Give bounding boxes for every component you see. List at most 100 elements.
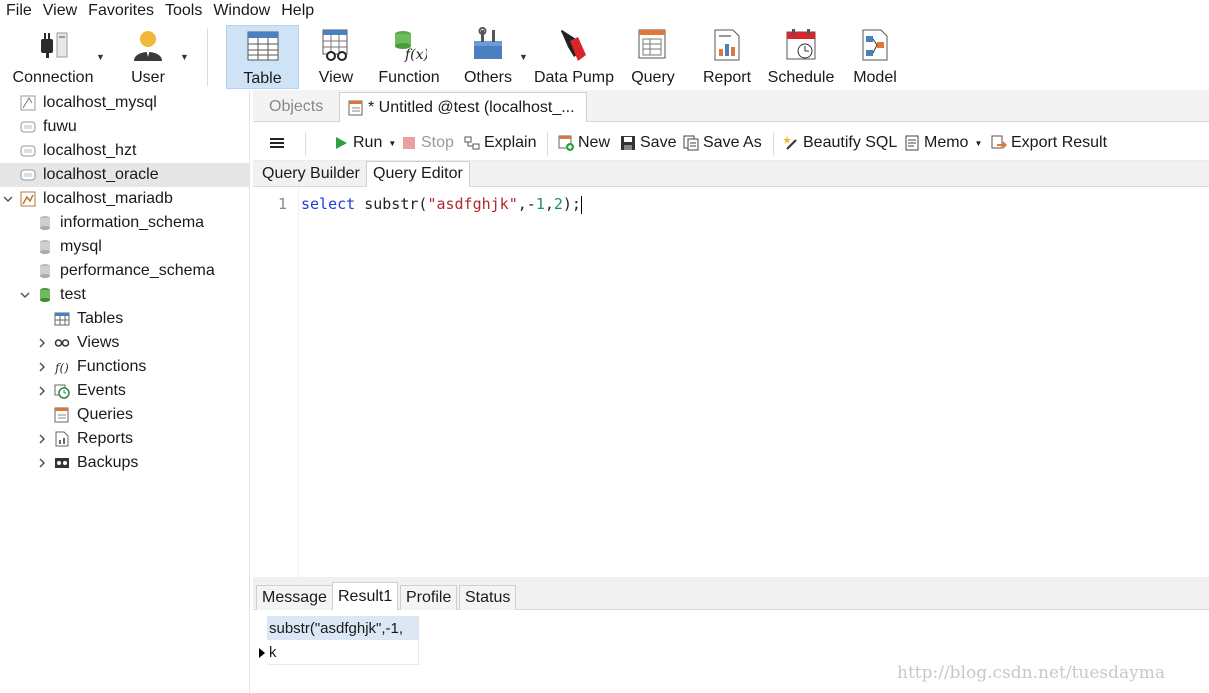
explain-icon: [464, 136, 480, 150]
tab-result1[interactable]: Result1: [332, 582, 399, 610]
table-button[interactable]: Table: [226, 25, 299, 89]
toolbar-separator: [547, 132, 548, 156]
others-label: Others: [463, 69, 512, 86]
export-icon: [991, 135, 1007, 149]
explain-button[interactable]: Explain: [464, 132, 536, 154]
menu-view[interactable]: View: [37, 1, 82, 21]
function-label: Function: [378, 69, 440, 86]
hamburger-menu-button[interactable]: [269, 132, 285, 154]
tree-item-fuwu[interactable]: fuwu: [20, 115, 77, 139]
toolbar-separator: [773, 132, 774, 156]
play-icon: [336, 137, 347, 149]
table-icon: [54, 312, 70, 326]
connection-icon: [20, 145, 36, 157]
others-dropdown-icon[interactable]: ▼: [519, 52, 528, 62]
new-query-button[interactable]: New: [558, 132, 610, 154]
sql-editor[interactable]: 1 select substr("asdfghjk",-1,2);: [253, 187, 1209, 577]
sql-punctuation: ,: [544, 195, 554, 213]
sql-number: 2: [553, 195, 563, 213]
chevron-right-icon[interactable]: [37, 362, 47, 372]
model-icon: [862, 29, 888, 61]
menu-tools[interactable]: Tools: [159, 1, 207, 21]
svg-text:f(): f(): [54, 361, 69, 375]
user-icon: [134, 31, 162, 61]
export-label: Export Result: [1011, 134, 1108, 151]
event-clock-icon: [54, 384, 70, 399]
menu-favorites[interactable]: Favorites: [82, 1, 159, 21]
report-button[interactable]: Report: [698, 25, 756, 89]
tree-item-localhost-oracle[interactable]: localhost_oracle: [0, 163, 249, 187]
chevron-down-icon[interactable]: [3, 194, 13, 204]
beautify-sql-button[interactable]: Beautify SQL: [783, 132, 897, 154]
user-label: User: [131, 69, 165, 86]
save-as-label: Save As: [703, 134, 762, 151]
tree-item-localhost-mariadb[interactable]: localhost_mariadb: [20, 187, 173, 211]
connection-dropdown-icon[interactable]: ▼: [96, 52, 105, 62]
tab-untitled-query[interactable]: * Untitled @test (localhost_...: [339, 92, 587, 122]
function-icon: f(): [54, 361, 69, 375]
tree-item-localhost-hzt[interactable]: localhost_hzt: [20, 139, 136, 163]
tab-status[interactable]: Status: [459, 585, 517, 610]
tree-item-tables[interactable]: Tables: [54, 307, 123, 331]
view-button[interactable]: View: [310, 25, 362, 89]
tab-objects-label: Objects: [269, 98, 324, 115]
save-button[interactable]: Save: [620, 132, 676, 154]
tab-objects[interactable]: Objects: [261, 92, 331, 122]
chevron-right-icon[interactable]: [37, 338, 47, 348]
code-line[interactable]: select substr("asdfghjk",-1,2);: [301, 195, 582, 214]
tree-item-label: localhost_mysql: [43, 94, 157, 111]
export-result-button[interactable]: Export Result: [991, 132, 1107, 154]
query-button[interactable]: Query: [627, 25, 679, 89]
memo-dropdown-icon[interactable]: ▼: [974, 139, 982, 148]
tree-item-functions[interactable]: f() Functions: [54, 355, 146, 379]
column-header[interactable]: substr("asdfghjk",-1,: [267, 616, 419, 640]
save-disk-icon: [621, 136, 635, 150]
data-pump-label: Data Pump: [533, 69, 615, 86]
tree-item-views[interactable]: Views: [54, 331, 119, 355]
save-label: Save: [640, 134, 677, 151]
tree-item-performance-schema[interactable]: performance_schema: [37, 259, 215, 283]
save-as-button[interactable]: Save As: [683, 132, 762, 154]
stop-label: Stop: [421, 134, 454, 151]
chevron-right-icon[interactable]: [37, 386, 47, 396]
run-button[interactable]: Run ▼: [333, 132, 396, 154]
model-label: Model: [853, 69, 897, 86]
user-button[interactable]: User: [118, 25, 178, 89]
tab-query-builder[interactable]: Query Builder: [256, 161, 366, 187]
tree-item-label: localhost_hzt: [43, 142, 137, 159]
function-button[interactable]: f(x) Function: [373, 25, 445, 89]
user-dropdown-icon[interactable]: ▼: [180, 52, 189, 62]
sql-punctuation: );: [562, 195, 581, 213]
table-cell[interactable]: k: [269, 644, 277, 661]
menu-file[interactable]: File: [0, 1, 37, 21]
run-dropdown-icon[interactable]: ▼: [388, 139, 396, 148]
database-icon: [40, 216, 50, 230]
tree-item-mysql[interactable]: mysql: [37, 235, 102, 259]
tab-query-editor[interactable]: Query Editor: [366, 161, 470, 187]
connection-button[interactable]: Connection: [6, 25, 100, 89]
tree-item-test[interactable]: test: [37, 283, 86, 307]
stop-button[interactable]: Stop: [401, 132, 454, 154]
table-icon: [247, 31, 278, 61]
line-number: 1: [277, 195, 287, 213]
chevron-down-icon[interactable]: [20, 290, 30, 300]
memo-button[interactable]: Memo ▼: [904, 132, 982, 154]
menu-window[interactable]: Window: [207, 1, 275, 21]
view-icon: [322, 29, 348, 61]
chevron-right-icon[interactable]: [37, 458, 47, 468]
tab-profile[interactable]: Profile: [400, 585, 458, 610]
tree-item-events[interactable]: Events: [54, 379, 126, 403]
tree-item-localhost-mysql[interactable]: localhost_mysql: [20, 91, 157, 115]
tree-item-backups[interactable]: Backups: [54, 451, 138, 475]
tree-item-queries[interactable]: Queries: [54, 403, 133, 427]
menu-help[interactable]: Help: [275, 1, 319, 21]
others-button[interactable]: Others: [458, 25, 518, 89]
tab-message[interactable]: Message: [256, 585, 333, 610]
model-button[interactable]: Model: [848, 25, 902, 89]
chevron-right-icon[interactable]: [37, 434, 47, 444]
schedule-button[interactable]: Schedule: [764, 25, 838, 89]
data-pump-button[interactable]: Data Pump: [532, 25, 616, 89]
table-row[interactable]: k: [267, 641, 419, 665]
tree-item-information-schema[interactable]: information_schema: [37, 211, 204, 235]
tree-item-reports[interactable]: Reports: [54, 427, 133, 451]
